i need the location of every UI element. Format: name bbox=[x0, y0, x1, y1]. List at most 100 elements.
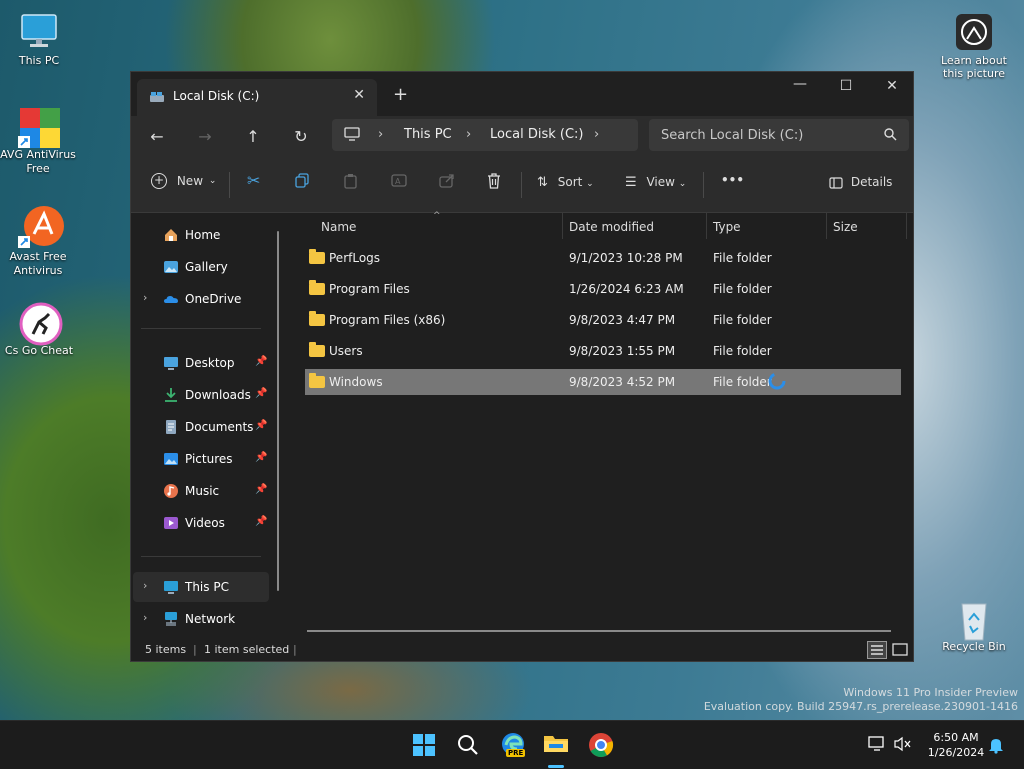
table-row[interactable]: Program Files 1/26/2024 6:23 AM File fol… bbox=[305, 276, 901, 302]
share-icon[interactable] bbox=[439, 173, 455, 191]
sidebar-item-network[interactable]: › Network bbox=[133, 604, 269, 634]
chevron-right-icon[interactable]: › bbox=[594, 127, 599, 142]
chevron-right-icon[interactable]: › bbox=[143, 291, 147, 304]
more-options-button[interactable]: ••• bbox=[721, 173, 744, 187]
sidebar-item-home[interactable]: Home bbox=[133, 220, 269, 250]
notification-bell-icon[interactable] bbox=[988, 736, 1004, 757]
back-arrow-icon[interactable]: ← bbox=[145, 125, 169, 149]
breadcrumb-item[interactable]: Local Disk (C:) bbox=[490, 127, 583, 142]
nav-scrollbar[interactable] bbox=[277, 231, 279, 591]
search-input[interactable]: Search Local Disk (C:) bbox=[661, 128, 803, 143]
pin-icon[interactable]: 📌 bbox=[255, 420, 267, 431]
chevron-down-icon: ⌄ bbox=[586, 179, 594, 189]
sidebar-item-label: Home bbox=[185, 228, 221, 242]
delete-icon[interactable] bbox=[487, 173, 501, 192]
sidebar-item-this-pc[interactable]: › This PC bbox=[133, 572, 269, 602]
pin-icon[interactable]: 📌 bbox=[255, 356, 267, 367]
column-header-size[interactable]: Size bbox=[827, 213, 905, 241]
new-tab-button[interactable]: + bbox=[393, 84, 408, 105]
breadcrumb-item[interactable]: This PC bbox=[404, 127, 452, 142]
network-status-icon[interactable] bbox=[868, 736, 886, 755]
selection-count: 1 item selected bbox=[204, 643, 290, 656]
chrome-icon[interactable] bbox=[588, 732, 614, 758]
file-date: 9/8/2023 4:52 PM bbox=[569, 375, 676, 389]
start-windows-icon[interactable] bbox=[412, 733, 438, 759]
item-count: 5 items bbox=[145, 643, 187, 656]
view-button[interactable]: ☰ View ⌄ bbox=[625, 175, 686, 190]
sort-button[interactable]: ⇅ Sort ⌄ bbox=[537, 175, 594, 190]
chevron-right-icon[interactable]: › bbox=[466, 127, 471, 142]
column-header-date-modified[interactable]: Date modified bbox=[563, 213, 705, 241]
maximize-button[interactable]: ☐ bbox=[823, 78, 869, 94]
column-divider[interactable] bbox=[906, 213, 907, 239]
paste-icon[interactable] bbox=[343, 173, 358, 192]
nav-divider bbox=[141, 556, 261, 557]
pin-icon[interactable]: 📌 bbox=[255, 484, 267, 495]
search-box[interactable]: Search Local Disk (C:) bbox=[649, 119, 909, 151]
new-button[interactable]: + New ⌄ bbox=[151, 173, 216, 189]
desktop-icon-label: Recycle Bin bbox=[942, 640, 1006, 653]
desktop-icon-this-pc[interactable]: This PC bbox=[1, 12, 77, 68]
desktop-icon bbox=[163, 355, 179, 371]
edge-beta-icon[interactable]: PRE bbox=[500, 731, 526, 757]
sidebar-item-gallery[interactable]: Gallery bbox=[133, 252, 269, 282]
minimize-button[interactable]: — bbox=[777, 76, 823, 92]
tab-close-icon[interactable]: ✕ bbox=[353, 87, 365, 103]
column-header-name[interactable]: Name ^ bbox=[305, 211, 561, 241]
sidebar-item-documents[interactable]: Documents 📌 bbox=[133, 412, 269, 442]
close-window-button[interactable]: ✕ bbox=[869, 78, 915, 94]
file-date: 9/8/2023 1:55 PM bbox=[569, 344, 676, 358]
chevron-right-icon[interactable]: › bbox=[143, 579, 147, 592]
file-type: File folder bbox=[713, 251, 772, 265]
tab-local-disk[interactable]: Local Disk (C:) ✕ bbox=[137, 79, 377, 116]
documents-icon bbox=[163, 419, 179, 435]
monitor-icon bbox=[19, 12, 59, 52]
forward-arrow-icon[interactable]: → bbox=[193, 125, 217, 149]
copy-icon[interactable] bbox=[295, 173, 310, 191]
sidebar-item-downloads[interactable]: Downloads 📌 bbox=[133, 380, 269, 410]
horizontal-scrollbar[interactable] bbox=[307, 630, 891, 632]
table-row-selected[interactable]: Windows 9/8/2023 4:52 PM File folder bbox=[305, 369, 901, 395]
sidebar-item-label: Network bbox=[185, 612, 236, 626]
file-date: 9/1/2023 10:28 PM bbox=[569, 251, 683, 265]
desktop-icon-avg[interactable]: AVG AntiVirus Free bbox=[0, 106, 76, 176]
monitor-icon bbox=[344, 126, 360, 146]
table-row[interactable]: PerfLogs 9/1/2023 10:28 PM File folder bbox=[305, 245, 901, 271]
desktop-icon-learn-about-picture[interactable]: Learn about this picture bbox=[936, 12, 1012, 80]
details-button[interactable]: Details bbox=[829, 175, 892, 189]
details-view-icon[interactable] bbox=[867, 641, 887, 662]
volume-muted-icon[interactable] bbox=[894, 736, 912, 755]
sidebar-item-onedrive[interactable]: › OneDrive bbox=[133, 284, 269, 314]
file-explorer-icon[interactable] bbox=[543, 731, 569, 757]
column-header-type[interactable]: Type bbox=[707, 213, 825, 241]
up-arrow-icon[interactable]: ↑ bbox=[241, 125, 265, 149]
pin-icon[interactable]: 📌 bbox=[255, 388, 267, 399]
sidebar-item-desktop[interactable]: Desktop 📌 bbox=[133, 348, 269, 378]
chevron-right-icon[interactable]: › bbox=[143, 611, 147, 624]
status-bar: 5 items | 1 item selected | bbox=[131, 639, 913, 661]
tiles-view-icon[interactable] bbox=[891, 641, 909, 662]
cut-icon[interactable]: ✂ bbox=[247, 171, 260, 190]
column-label: Name bbox=[321, 220, 357, 234]
chevron-right-icon[interactable]: › bbox=[378, 127, 383, 142]
toolbar-divider bbox=[521, 172, 522, 198]
refresh-icon[interactable]: ↻ bbox=[289, 125, 313, 149]
search-icon bbox=[884, 128, 897, 144]
desktop-icon-avast[interactable]: Avast Free Antivirus bbox=[0, 204, 76, 278]
pin-icon[interactable]: 📌 bbox=[255, 516, 267, 527]
desktop-icon-cs-go-cheat[interactable]: Cs Go Cheat bbox=[1, 302, 77, 358]
sidebar-item-music[interactable]: Music 📌 bbox=[133, 476, 269, 506]
sidebar-item-pictures[interactable]: Pictures 📌 bbox=[133, 444, 269, 474]
desktop-icon-recycle-bin[interactable]: Recycle Bin bbox=[936, 598, 1012, 654]
sidebar-item-videos[interactable]: Videos 📌 bbox=[133, 508, 269, 538]
navigation-pane: Home Gallery › OneDrive Desktop 📌 Downlo… bbox=[131, 213, 287, 639]
pin-icon[interactable]: 📌 bbox=[255, 452, 267, 463]
breadcrumb[interactable]: › This PC › Local Disk (C:) › bbox=[332, 119, 638, 151]
system-clock[interactable]: 6:50 AM 1/26/2024 bbox=[926, 730, 986, 760]
table-row[interactable]: Program Files (x86) 9/8/2023 4:47 PM Fil… bbox=[305, 307, 901, 333]
rename-icon[interactable]: A bbox=[391, 173, 407, 191]
table-row[interactable]: Users 9/8/2023 1:55 PM File folder bbox=[305, 338, 901, 364]
this-pc-icon bbox=[163, 579, 179, 595]
search-icon[interactable] bbox=[456, 733, 482, 759]
taskbar: PRE 6:50 AM 1/26/2024 bbox=[0, 720, 1024, 769]
